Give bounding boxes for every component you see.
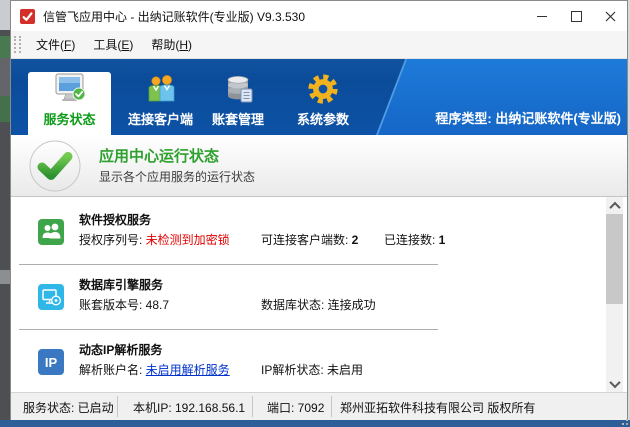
resize-grip[interactable] [622, 415, 624, 417]
vertical-scrollbar[interactable] [606, 197, 623, 392]
tab-label: 账套管理 [212, 109, 264, 128]
status-bar: 服务状态: 已启动 本机IP: 192.168.56.1 端口: 7092 郑州… [11, 392, 627, 420]
database-engine-icon [38, 284, 64, 310]
tab-system-params[interactable]: 系统参数 [285, 59, 361, 135]
service-field: 已连接数: 1 [384, 231, 445, 248]
chevron-up-icon [609, 201, 620, 212]
header-subtitle: 显示各个应用服务的运行状态 [99, 168, 255, 185]
toolbar-gripper [14, 36, 21, 53]
desktop-background-strip [0, 0, 10, 427]
services-panel: 软件授权服务 授权序列号: 未检测到加密锁 可连接客户端数: 2 已连接数: 1… [11, 197, 627, 392]
port-segment: 端口: 7092 [267, 399, 324, 416]
tab-label: 服务状态 [43, 109, 95, 128]
row-divider [19, 329, 438, 330]
alert-value: 未检测到加密锁 [146, 233, 230, 247]
service-field: 账套版本号: 48.7 [79, 296, 169, 313]
service-name: 软件授权服务 [79, 211, 151, 228]
chevron-down-icon [609, 376, 620, 387]
scroll-down-button[interactable] [606, 375, 623, 392]
service-field: IP解析状态: 未启用 [261, 361, 363, 378]
status-header: 应用中心运行状态 显示各个应用服务的运行状态 [11, 135, 627, 197]
scrollbar-thumb[interactable] [606, 214, 623, 304]
service-field: 授权序列号: 未检测到加密锁 [79, 231, 230, 248]
maximize-icon [571, 11, 582, 22]
service-name: 数据库引擎服务 [79, 276, 163, 293]
tab-connect-clients[interactable]: 连接客户端 [121, 59, 200, 135]
main-toolbar: 服务状态 连接客户端 [11, 59, 627, 135]
license-users-icon [38, 219, 64, 245]
desktop-screen: 信管飞应用中心 - 出纳记账软件(专业版) V9.3.530 文件(F) 工具(… [0, 0, 630, 427]
tab-label: 连接客户端 [128, 109, 193, 128]
clients-icon [144, 74, 178, 106]
service-field: 可连接客户端数: 2 [261, 231, 358, 248]
close-icon [605, 11, 616, 22]
service-name: 动态IP解析服务 [79, 341, 162, 358]
service-field: 解析账户名: 未启用解析服务 [79, 361, 230, 378]
gear-icon [306, 72, 340, 106]
menu-tools[interactable]: 工具(E) [84, 32, 142, 57]
local-ip-segment: 本机IP: 192.168.56.1 [133, 399, 245, 416]
service-status-segment: 服务状态: 已启动 [23, 399, 114, 416]
menu-help[interactable]: 帮助(H) [142, 32, 201, 57]
header-title: 应用中心运行状态 [99, 145, 219, 166]
monitor-check-icon [51, 72, 89, 106]
close-button[interactable] [593, 1, 627, 31]
ip-icon: IP [38, 349, 64, 375]
tab-account-sets[interactable]: 账套管理 [200, 59, 276, 135]
segment-divider [331, 396, 332, 417]
row-divider [19, 264, 438, 265]
green-check-icon [28, 139, 82, 193]
taskbar-strip [0, 420, 630, 427]
database-icon [220, 74, 256, 106]
app-logo-icon [20, 9, 35, 24]
program-type-label: 程序类型: 出纳记账软件(专业版) [435, 108, 621, 127]
tab-label: 系统参数 [297, 109, 349, 128]
minimize-button[interactable] [525, 1, 559, 31]
copyright-segment: 郑州亚拓软件科技有限公司 版权所有 [340, 399, 606, 416]
window-title: 信管飞应用中心 - 出纳记账软件(专业版) V9.3.530 [43, 8, 305, 25]
segment-divider [117, 396, 118, 417]
app-window: 信管飞应用中心 - 出纳记账软件(专业版) V9.3.530 文件(F) 工具(… [10, 0, 628, 420]
tab-service-status[interactable]: 服务状态 [28, 72, 111, 135]
maximize-button[interactable] [559, 1, 593, 31]
menu-file[interactable]: 文件(F) [27, 32, 84, 57]
service-field: 数据库状态: 连接成功 [261, 296, 376, 313]
enable-ip-service-link[interactable]: 未启用解析服务 [146, 363, 230, 377]
menu-bar: 文件(F) 工具(E) 帮助(H) [11, 31, 627, 59]
minimize-icon [537, 16, 547, 17]
segment-divider [252, 396, 253, 417]
title-bar: 信管飞应用中心 - 出纳记账软件(专业版) V9.3.530 [11, 1, 627, 31]
scroll-up-button[interactable] [606, 197, 623, 214]
